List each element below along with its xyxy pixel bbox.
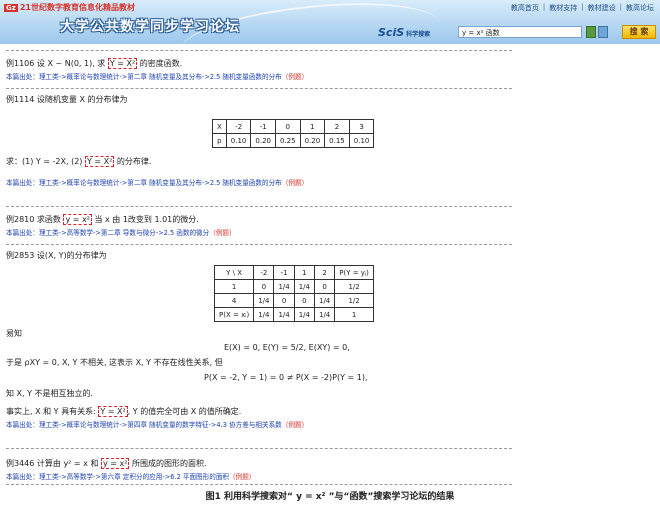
result-question: 例1114 设随机变量 X 的分布律为 [6, 95, 128, 104]
search-option-icon[interactable] [586, 26, 596, 38]
header-banner: Gz 21世纪数字教育信息化精品教材 大学公共数学同步学习论坛 教高首页 | 教材支… [0, 0, 660, 44]
nav-separator: | [619, 3, 622, 11]
search-options [586, 26, 608, 38]
result-item: 例2853 设(X, Y)的分布律为 Y \ X -2 -1 1 2 P(Y = yⱼ) … [6, 250, 512, 429]
nav-build-link[interactable]: 教材建设 [588, 3, 616, 13]
result-source-link[interactable]: 本篇出处：理工类->概率论与数理统计->第四章 随机变量的数字特征->4.3 协… [6, 419, 512, 429]
result-item: 例1106 设 X ~ N(0, 1), 求 Y = X² 的密度函数. 本篇出… [6, 58, 512, 81]
joint-distribution-table: Y \ X -2 -1 1 2 P(Y = yⱼ) 1 0 1/4 1/4 0 1/2 4 1/4 0 0… [213, 265, 374, 322]
equation: P(X = -2, Y = 1) = 0 ≠ P(X = -2)P(Y = 1)… [204, 373, 368, 382]
text-line: 知 X, Y 不是相互独立的. [6, 389, 94, 398]
result-question: 例1106 设 X ~ N(0, 1), 求 Y = X² 的密度函数. [6, 58, 183, 69]
divider [6, 88, 512, 89]
highlight-term: Y = X² [107, 58, 138, 69]
equation: E(X) = 0, E(Y) = 5/2, E(XY) = 0, [224, 343, 350, 352]
result-question: 例2810 求函数 y = x² 当 x 由 1改变到 1.01的微分. [6, 214, 199, 225]
text-line: 事实上, X 和 Y 具有关系: Y = X², Y 的值完全可由 X 的值所确… [6, 406, 242, 417]
top-nav: 教高首页 | 教材支持 | 教材建设 | 教高论坛 [511, 3, 654, 13]
distribution-table: X -2 -1 0 1 2 3 p 0.10 0.20 0.25 0.20 0.15 0.10 [212, 119, 375, 148]
page-title: 大学公共数学同步学习论坛 [60, 19, 240, 35]
scis-subtitle: 科学搜索 [406, 31, 431, 38]
result-item: 例2810 求函数 y = x² 当 x 由 1改变到 1.01的微分. 本篇出… [6, 214, 512, 237]
divider [6, 244, 512, 245]
brand-logo: Gz [4, 4, 18, 12]
result-question: 例2853 设(X, Y)的分布律为 [6, 251, 107, 260]
figure-caption: 图1 利用科学搜索对“ y = x² ”与“函数”搜索学习论坛的结果 [205, 492, 455, 502]
result-source-link[interactable]: 本篇出处：理工类->概率论与数理统计->第二章 随机变量及其分布->2.5 随机… [6, 71, 512, 81]
text-line: 于是 ρXY = 0, X, Y 不相关, 这表示 X, Y 不存在线性关系, … [6, 358, 223, 367]
highlight-term: Y = X² [98, 406, 128, 417]
result-source-link[interactable]: 本篇出处：理工类->概率论与数理统计->第二章 随机变量及其分布->2.5 随机… [6, 177, 512, 187]
scis-logo-text: SciS [378, 26, 405, 39]
search-input[interactable]: y = x² 函数 [458, 26, 582, 38]
result-source-link[interactable]: 本篇出处：理工类->高等数学->第六章 定积分的应用->6.2 平面图形的面积（… [6, 471, 512, 481]
nav-support-link[interactable]: 教材支持 [549, 3, 577, 13]
search-button[interactable]: 搜 索 [622, 25, 656, 39]
nav-separator: | [542, 3, 546, 11]
result-question: 例3446 计算由 y² = x 和 y = x² 所围成的图形的面积. [6, 458, 207, 469]
divider [6, 50, 512, 51]
text-line: 易知 [6, 329, 22, 338]
result-item: 例1114 设随机变量 X 的分布律为 X -2 -1 0 1 2 3 p 0.10 0.20 0… [6, 94, 512, 187]
scis-logo: SciS 科学搜索 [378, 26, 430, 39]
brand-text: 21世纪数字教育信息化精品教材 [19, 3, 135, 12]
nav-forum-link[interactable]: 教高论坛 [626, 3, 654, 13]
highlight-term: y = x² [63, 214, 92, 225]
brand: Gz 21世纪数字教育信息化精品教材 [4, 2, 135, 13]
divider [6, 206, 512, 207]
search-option-icon[interactable] [598, 26, 608, 38]
nav-home-link[interactable]: 教高首页 [511, 3, 539, 13]
divider [6, 448, 512, 449]
result-item: 例3446 计算由 y² = x 和 y = x² 所围成的图形的面积. 本篇出… [6, 458, 512, 481]
result-source-link[interactable]: 本篇出处：理工类->高等数学->第二章 导数与微分->2.5 函数的微分（例题） [6, 227, 512, 237]
divider [6, 484, 512, 485]
highlight-term: Y = X² [84, 156, 115, 167]
result-question-part: 求：(1) Y = -2X, (2) Y = X² 的分布律. [6, 156, 152, 167]
highlight-term: y = x² [101, 458, 130, 469]
nav-separator: | [581, 3, 584, 11]
